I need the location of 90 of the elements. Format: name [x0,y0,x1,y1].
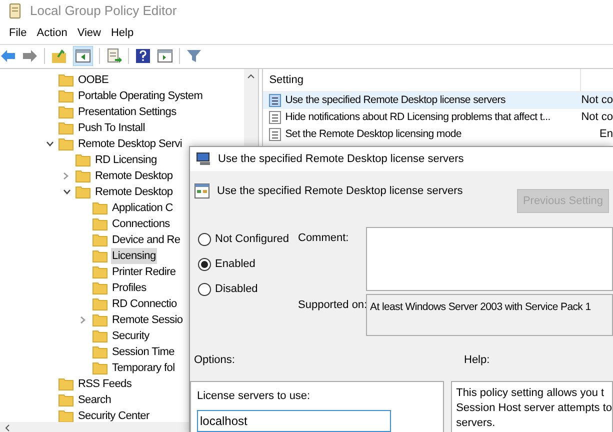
tree-item[interactable]: Remote Desktop [94,168,174,184]
supported-on-label: Supported on: [297,298,366,313]
folder-up-icon[interactable] [51,48,67,64]
folder-icon [58,137,74,151]
column-header[interactable]: Setting [263,69,582,91]
license-servers-field[interactable]: localhost [197,410,391,432]
menu-item[interactable]: File [4,22,32,44]
setting-state: Not co [581,93,613,108]
tree-item[interactable]: OOBE [77,72,110,88]
tree-item[interactable]: Licensing [111,248,157,264]
pane-toggle-icon[interactable] [73,46,93,66]
folder-icon [75,169,91,183]
tree-item[interactable]: Security [111,328,150,344]
chevron-down-icon[interactable] [63,189,71,195]
help-icon[interactable] [135,48,151,64]
folder-icon [92,233,108,247]
forward-arrow-icon[interactable] [22,48,38,62]
comment-label: Comment: [297,231,350,246]
chevron-down-icon[interactable] [46,141,54,147]
policy-setting-icon [194,183,210,199]
folder-icon [92,217,108,231]
tree-item[interactable]: RD Connectio [111,296,178,312]
radio-option[interactable]: Not Configured [198,231,289,248]
folder-icon [75,153,91,167]
setting-state: Not co [581,110,613,126]
setting-name: Set the Remote Desktop licensing mode [285,126,462,142]
setting-name: Use the specified Remote Desktop license servers [285,92,506,108]
folder-icon [92,281,108,295]
dialog-title: Use the specified Remote Desktop license servers [218,152,464,167]
folder-icon [58,105,74,119]
folder-icon [92,345,108,359]
filter-icon[interactable] [186,48,202,64]
tree-item[interactable]: Device and Re [111,232,182,248]
tree-item[interactable]: Printer Redire [111,264,177,280]
tree-item[interactable]: Remote Desktop Servi [77,136,184,152]
tree-item[interactable]: RD Licensing [94,152,158,168]
scroll-left-icon[interactable] [4,424,10,432]
tree-item[interactable]: Connections [111,216,171,232]
tree-item[interactable]: Remote Desktop [94,184,174,200]
chevron-right-icon[interactable] [80,316,86,324]
folder-icon [92,361,108,375]
help-label: Help: [464,353,490,368]
policy-heading: Use the specified Remote Desktop license servers [217,184,464,199]
license-servers-label: License servers to use: [197,388,310,404]
folder-icon [92,201,108,215]
tree-item[interactable]: Push To Install [77,120,146,136]
tree-item[interactable]: RSS Feeds [77,376,133,392]
radio-option[interactable]: Enabled [198,256,256,273]
tree-item[interactable]: Session Time [111,344,176,360]
folder-icon [92,297,108,311]
setting-row[interactable]: Use the specified Remote Desktop license servers Not co [263,92,613,109]
chevron-right-icon[interactable] [63,172,69,180]
tree-item[interactable]: Temporary fol [111,360,176,376]
folder-icon [58,121,74,135]
tree-item[interactable]: Application C [111,200,174,216]
tree-item[interactable]: Profiles [111,280,148,296]
folder-icon [75,185,91,199]
menu-item[interactable]: Action [32,22,72,44]
scroll-icon [8,3,22,19]
tree-item[interactable]: Portable Operating System [77,88,204,104]
setting-name: Hide notifications about RD Licensing problems that affect t... [285,110,550,125]
computer-icon [196,152,212,166]
radio-option[interactable]: Disabled [198,281,258,298]
tree-item[interactable]: Presentation Settings [77,104,178,120]
menu-item[interactable]: Help [106,22,139,44]
menu-item[interactable]: View [72,22,106,44]
policy-icon [269,128,282,141]
policy-icon [269,111,282,124]
tree-item[interactable]: Security Center [77,408,150,424]
back-arrow-icon[interactable] [0,48,16,62]
scroll-up-icon[interactable] [247,73,256,79]
options-label: Options: [193,353,236,368]
policy-icon [269,94,282,107]
folder-icon [92,329,108,343]
folder-icon [92,313,108,327]
folder-icon [58,73,74,87]
help-text: This policy setting allows you t Session Host server attempts to servers. [456,386,612,430]
folder-icon [58,377,74,391]
setting-state: En [600,127,613,142]
supported-on-value: At least Windows Server 2003 with Service Pack 1 [370,301,591,313]
comment-field[interactable] [366,227,613,291]
folder-icon [58,89,74,103]
folder-icon [92,249,108,263]
folder-icon [92,265,108,279]
tree-item[interactable]: Remote Sessio [111,312,184,328]
window-pane-icon[interactable] [157,48,173,64]
export-list-icon[interactable] [106,48,122,64]
folder-icon [58,393,74,407]
window-title: Local Group Policy Editor [30,2,177,20]
tree-item[interactable]: Search [77,392,112,408]
